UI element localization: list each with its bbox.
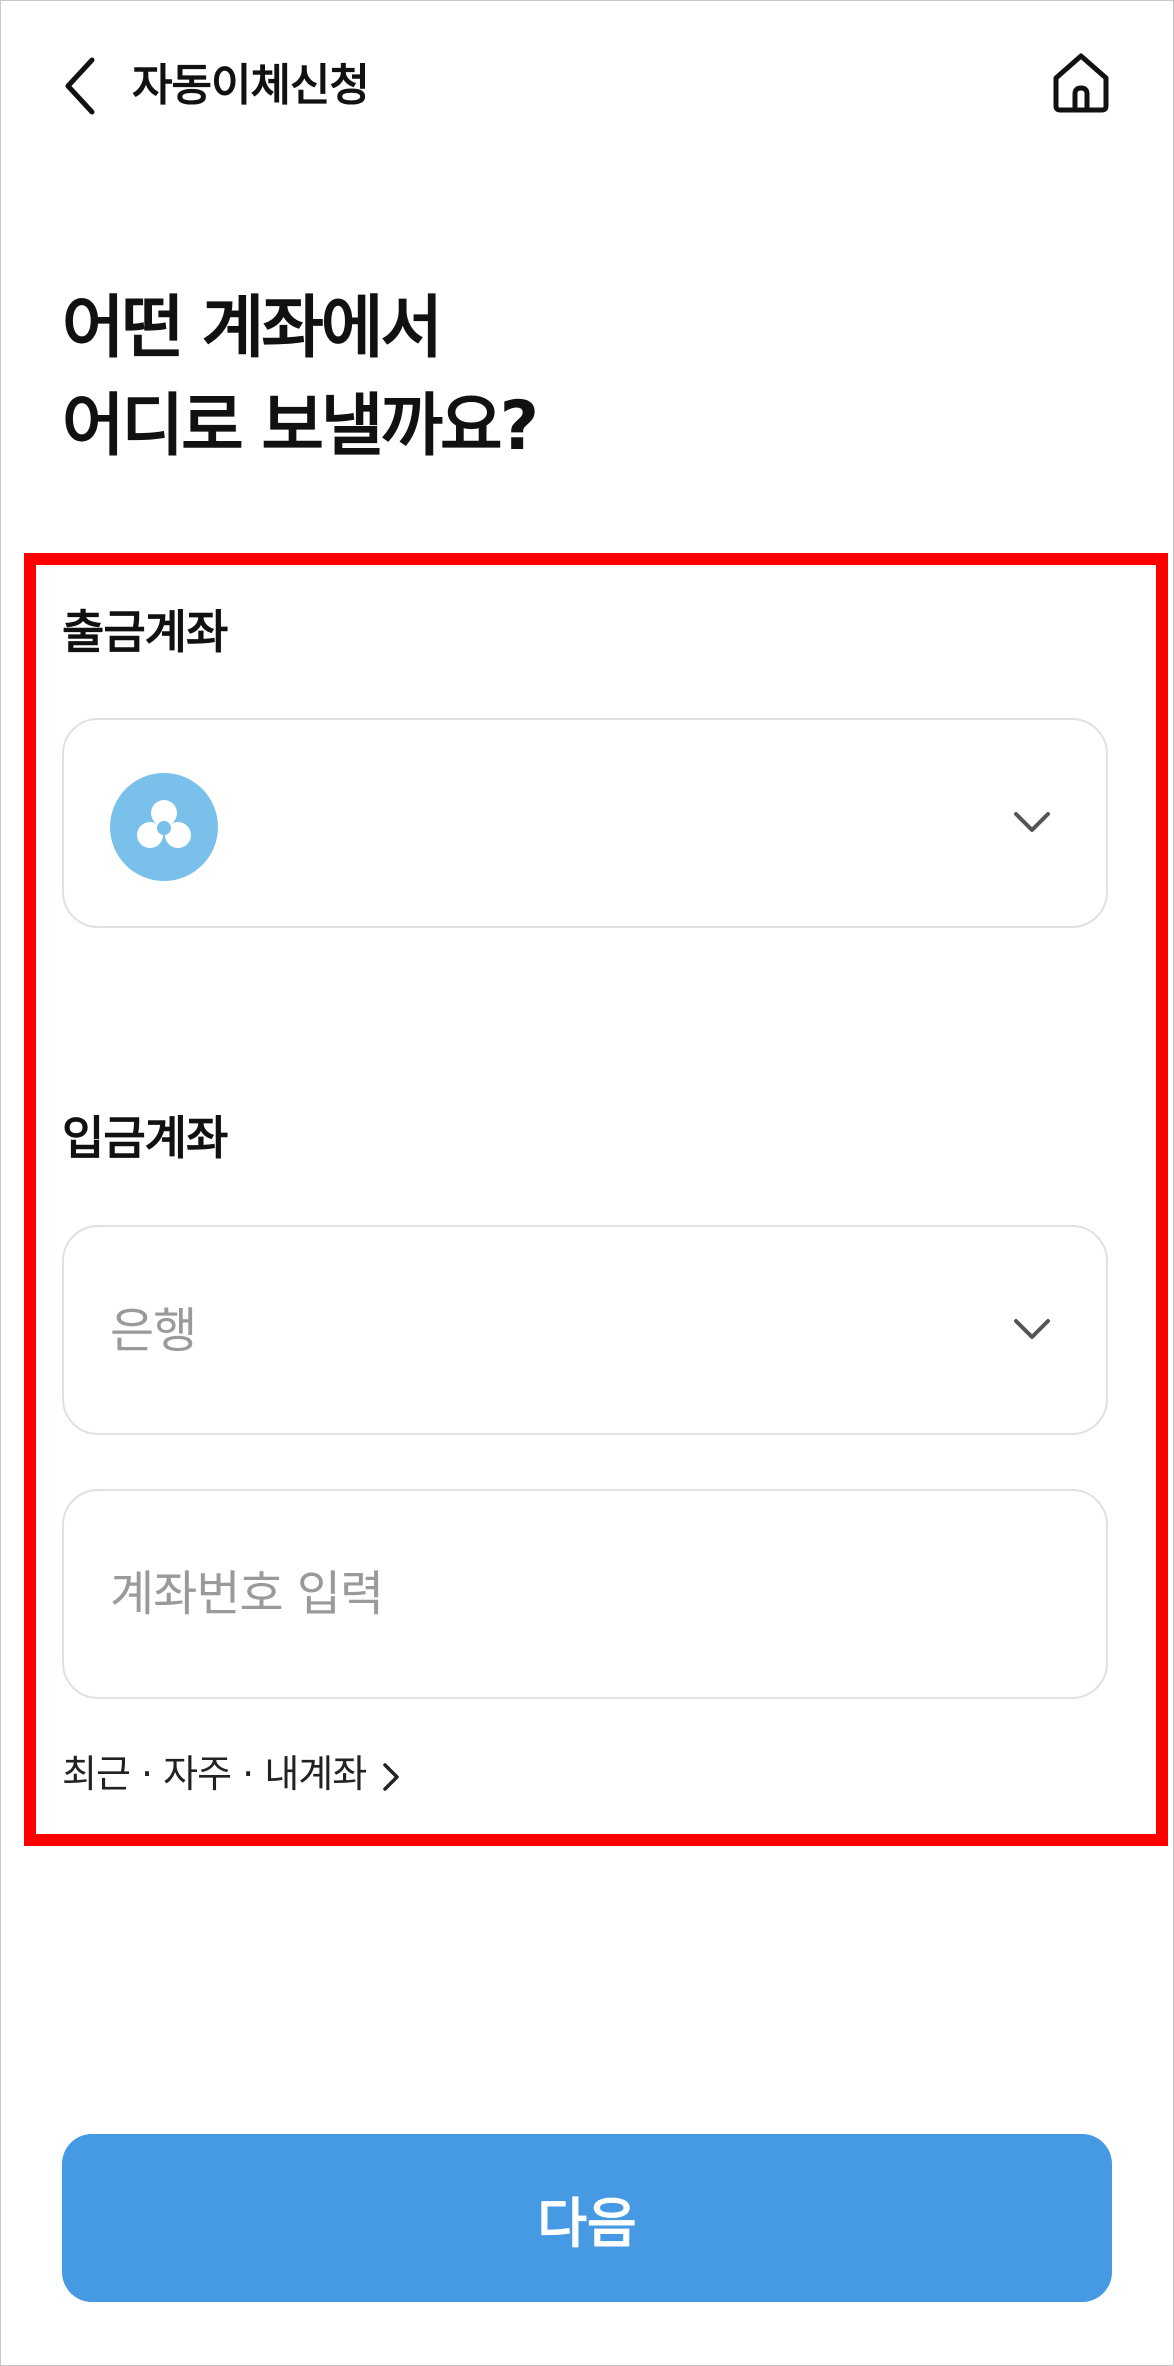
chevron-right-icon	[383, 1762, 399, 1791]
headline-line-2: 어디로 보낼까요?	[62, 387, 539, 466]
deposit-account-label: 입금계좌	[62, 1111, 228, 1165]
bank-select-placeholder: 은행	[110, 1303, 197, 1359]
chevron-down-icon	[1014, 812, 1050, 832]
next-button[interactable]: 다음	[62, 2134, 1112, 2302]
home-icon	[1053, 53, 1109, 113]
withdrawal-account-select[interactable]	[62, 718, 1108, 928]
headline-line-1: 어떤 계좌에서	[62, 289, 443, 368]
recent-frequent-my-accounts-link[interactable]: 최근 · 자주 · 내계좌	[62, 1748, 402, 1800]
account-number-input[interactable]	[110, 1559, 1010, 1629]
chevron-down-icon	[1014, 1319, 1050, 1339]
home-button[interactable]	[1048, 50, 1114, 116]
chevron-left-icon	[65, 57, 95, 115]
bank-select[interactable]: 은행	[62, 1225, 1108, 1435]
account-number-field[interactable]	[62, 1489, 1108, 1699]
page-title: 자동이체신청	[132, 60, 370, 111]
withdrawal-account-label: 출금계좌	[62, 605, 228, 659]
bank-logo-icon	[110, 773, 218, 881]
page-headline: 어떤 계좌에서 어디로 보낼까요?	[62, 280, 539, 476]
back-button[interactable]	[58, 54, 106, 118]
shortcut-label: 최근 · 자주 · 내계좌	[62, 1752, 367, 1796]
top-bar: 자동이체신청	[0, 0, 1174, 170]
